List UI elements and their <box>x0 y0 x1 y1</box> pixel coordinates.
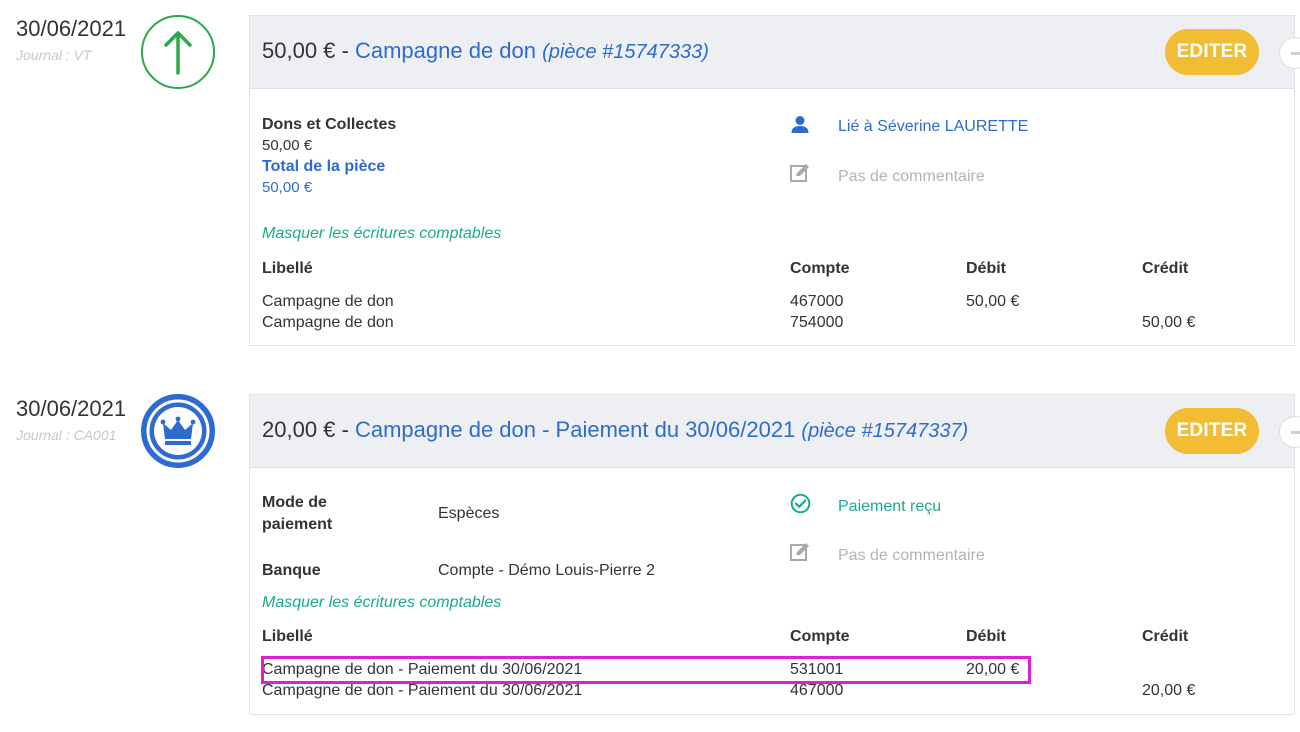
collapse-button[interactable] <box>1279 37 1300 69</box>
bank-label: Banque <box>262 562 321 579</box>
row-libelle: Campagne de don - Paiement du 30/06/2021 <box>262 682 583 699</box>
entry-journal: Journal : VT <box>16 47 92 63</box>
column-header-debit: Débit <box>966 628 1006 645</box>
payment-mode-value: Espèces <box>438 505 500 522</box>
row-libelle: Campagne de don <box>262 314 394 331</box>
column-header-debit: Débit <box>966 260 1006 277</box>
entry-amount: 50,00 € <box>262 38 336 63</box>
column-header-libelle: Libellé <box>262 260 313 277</box>
check-circle-icon <box>790 493 811 514</box>
piece-number: (pièce #15747333) <box>542 41 709 63</box>
total-label: Total de la pièce <box>262 158 386 175</box>
row-credit: 20,00 € <box>1142 682 1196 699</box>
row-debit: 50,00 € <box>966 293 1020 310</box>
card-header: 20,00 € - Campagne de don - Paiement du … <box>250 395 1300 468</box>
edit-comment-icon[interactable] <box>790 163 810 183</box>
row-debit: 20,00 € <box>966 661 1020 678</box>
payment-status: Paiement reçu <box>838 498 942 515</box>
entry-card: 20,00 € - Campagne de don - Paiement du … <box>249 394 1300 715</box>
edit-button[interactable]: EDITER <box>1165 408 1259 454</box>
toggle-entries-link[interactable]: Masquer les écritures comptables <box>262 594 501 612</box>
entry-amount: 20,00 € <box>262 417 336 442</box>
entry-journal: Journal : CA001 <box>16 427 117 443</box>
row-compte: 531001 <box>790 661 844 678</box>
category-amount: 50,00 € <box>262 137 313 154</box>
toggle-entries-link[interactable]: Masquer les écritures comptables <box>262 225 501 243</box>
column-header-compte: Compte <box>790 260 850 277</box>
column-header-credit: Crédit <box>1142 628 1189 645</box>
crown-icon <box>141 394 215 468</box>
row-compte: 467000 <box>790 682 844 699</box>
entry-title-link[interactable]: Campagne de don <box>355 38 536 63</box>
row-credit: 50,00 € <box>1142 314 1196 331</box>
entry-card: 50,00 € - Campagne de don (pièce #157473… <box>249 15 1300 346</box>
edit-button[interactable]: EDITER <box>1165 29 1259 75</box>
entry-title: 50,00 € - Campagne de don (pièce #157473… <box>262 38 709 63</box>
comment-text: Pas de commentaire <box>838 547 985 564</box>
collapse-button[interactable] <box>1279 416 1300 448</box>
column-header-compte: Compte <box>790 628 850 645</box>
total-amount: 50,00 € <box>262 179 313 196</box>
user-icon <box>790 115 810 135</box>
comment-text: Pas de commentaire <box>838 168 985 185</box>
row-libelle: Campagne de don - Paiement du 30/06/2021 <box>262 661 583 678</box>
entry-title: 20,00 € - Campagne de don - Paiement du … <box>262 417 969 442</box>
payment-mode-label-line1: Mode de <box>262 494 327 511</box>
column-header-libelle: Libellé <box>262 628 313 645</box>
linked-person-link[interactable]: Lié à Séverine LAURETTE <box>838 118 1028 136</box>
entry-title-link[interactable]: Campagne de don - Paiement du 30/06/2021 <box>355 417 795 442</box>
category-label: Dons et Collectes <box>262 116 397 133</box>
bank-value: Compte - Démo Louis-Pierre 2 <box>438 562 655 579</box>
edit-comment-icon[interactable] <box>790 542 810 562</box>
row-compte: 467000 <box>790 293 844 310</box>
card-header: 50,00 € - Campagne de don (pièce #157473… <box>250 16 1300 89</box>
entry-date: 30/06/2021 <box>16 16 127 41</box>
arrow-up-icon <box>141 15 215 89</box>
row-libelle: Campagne de don <box>262 293 394 310</box>
row-compte: 754000 <box>790 314 844 331</box>
payment-mode-label-line2: paiement <box>262 516 333 533</box>
entry-date: 30/06/2021 <box>16 396 127 421</box>
column-header-credit: Crédit <box>1142 260 1189 277</box>
piece-number: (pièce #15747337) <box>801 420 969 442</box>
